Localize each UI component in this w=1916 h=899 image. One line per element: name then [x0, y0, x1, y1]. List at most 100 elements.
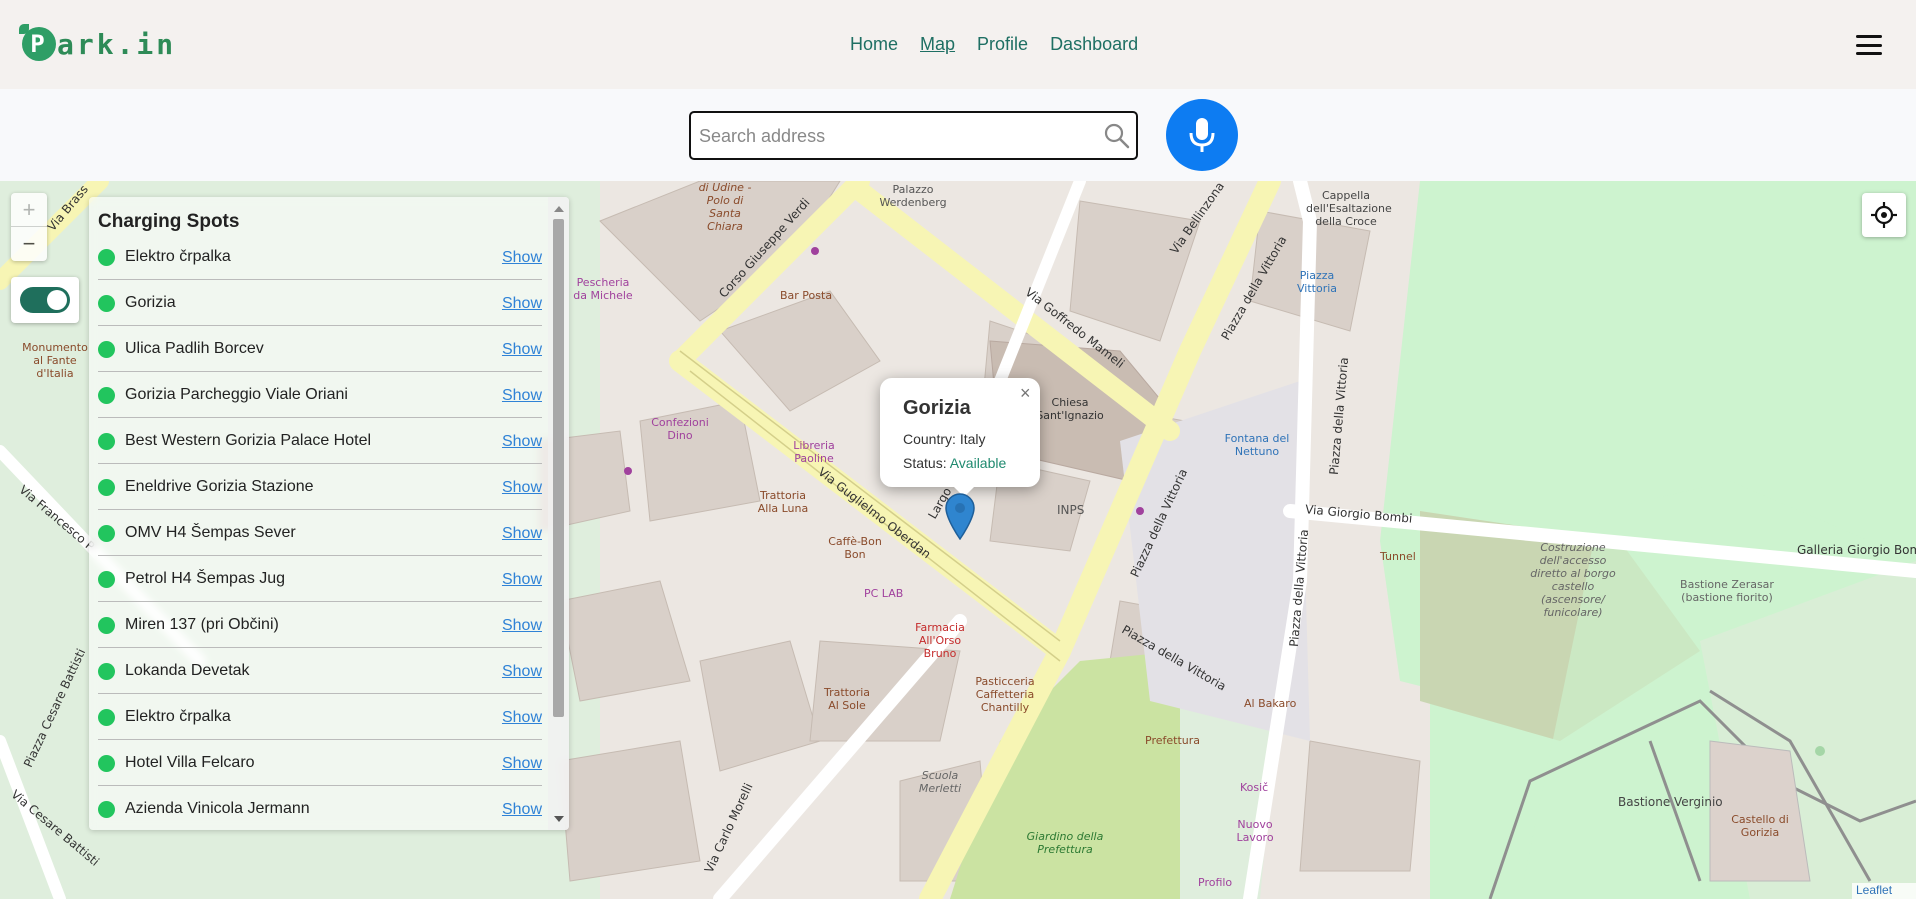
show-spot-link[interactable]: Show — [502, 801, 542, 819]
popup-close-button[interactable]: × — [1020, 383, 1031, 404]
voice-search-button[interactable] — [1166, 99, 1238, 171]
map-label-poi: Palazzo Werdenberg — [879, 183, 947, 209]
availability-dot-icon — [98, 571, 115, 588]
show-spot-link[interactable]: Show — [502, 479, 542, 497]
map-view[interactable]: Via Goffredo Mameli Piazza della Vittori… — [0, 181, 1916, 899]
search-box — [689, 111, 1138, 160]
popup-title: Gorizia — [903, 397, 971, 419]
nav-profile[interactable]: Profile — [977, 34, 1028, 55]
charging-spot-row: Elektro črpalka Show — [98, 694, 542, 740]
charging-spot-name: OMV H4 Šempas Sever — [125, 524, 296, 541]
show-spot-link[interactable]: Show — [502, 433, 542, 451]
main-nav: Home Map Profile Dashboard — [850, 34, 1138, 55]
availability-dot-icon — [98, 433, 115, 450]
show-spot-link[interactable]: Show — [502, 709, 542, 727]
charging-spot-row: Hotel Villa Felcaro Show — [98, 740, 542, 786]
map-label-poi: Monumento al Fante d'Italia — [22, 341, 88, 380]
zoom-control: + − — [11, 193, 47, 261]
charging-spot-row: Best Western Gorizia Palace Hotel Show — [98, 418, 542, 464]
availability-dot-icon — [98, 249, 115, 266]
show-spot-link[interactable]: Show — [502, 571, 542, 589]
map-label-poi: INPS — [1057, 503, 1085, 517]
availability-dot-icon — [98, 617, 115, 634]
charging-spot-row: Azienda Vinicola Jermann Show — [98, 786, 542, 830]
map-marker-icon[interactable] — [943, 492, 977, 540]
map-label-poi: Bastione Zerasar (bastione fiorito) — [1680, 578, 1774, 604]
panel-scrollbar[interactable] — [548, 197, 569, 830]
logo-text: ark.in — [57, 27, 177, 61]
charging-spot-row: Ulica Padlih Borcev Show — [98, 326, 542, 372]
charging-spot-name: Best Western Gorizia Palace Hotel — [125, 432, 372, 449]
scroll-down-arrow-icon[interactable] — [554, 816, 564, 822]
scroll-up-arrow-icon[interactable] — [554, 206, 564, 212]
map-label-poi: Piazza Vittoria — [1297, 269, 1338, 295]
charging-spot-row: Lokanda Devetak Show — [98, 648, 542, 694]
popup-country-value: Italy — [959, 431, 986, 447]
nav-map[interactable]: Map — [920, 34, 955, 55]
map-attribution[interactable]: Leaflet — [1852, 883, 1916, 899]
popup-country-label: Country: — [903, 431, 956, 447]
map-label-poi: Pescheria da Michele — [573, 276, 633, 302]
map-label-poi: Cappella dell'Esaltazione della Croce — [1306, 189, 1392, 228]
zoom-in-button[interactable]: + — [11, 193, 47, 227]
map-label-road: Galleria Giorgio Bombi — [1797, 543, 1916, 557]
charging-spots-panel: Charging Spots Elektro črpalka Show Gorizi… — [89, 197, 569, 830]
crosshair-icon — [1871, 202, 1897, 228]
show-spot-link[interactable]: Show — [502, 617, 542, 635]
nav-dashboard[interactable]: Dashboard — [1050, 34, 1138, 55]
charging-spot-name: Azienda Vinicola Jermann — [125, 800, 310, 817]
show-spot-link[interactable]: Show — [502, 295, 542, 313]
layer-toggle-container — [11, 277, 79, 323]
show-spot-link[interactable]: Show — [502, 387, 542, 405]
search-bar — [0, 89, 1916, 181]
map-label-poi: PC LAB — [864, 587, 904, 600]
map-label-poi: Chiesa Sant'Ignazio — [1036, 396, 1104, 422]
availability-dot-icon — [98, 387, 115, 404]
availability-dot-icon — [98, 525, 115, 542]
microphone-icon — [1189, 118, 1215, 152]
charging-spot-row: Miren 137 (pri Občini) Show — [98, 602, 542, 648]
map-label-poi: di Udine - Polo di Santa Chiara — [698, 181, 752, 233]
top-navbar: Park.in Home Map Profile Dashboard — [0, 0, 1916, 89]
locate-me-button[interactable] — [1862, 193, 1906, 237]
zoom-out-button[interactable]: − — [11, 227, 47, 261]
panel-title: Charging Spots — [98, 211, 240, 232]
charging-spot-name: Elektro črpalka — [125, 248, 231, 265]
show-spot-link[interactable]: Show — [502, 249, 542, 267]
availability-dot-icon — [98, 479, 115, 496]
search-icon[interactable] — [1103, 122, 1131, 150]
charging-spot-row: OMV H4 Šempas Sever Show — [98, 510, 542, 556]
layer-toggle-switch[interactable] — [20, 287, 70, 313]
show-spot-link[interactable]: Show — [502, 341, 542, 359]
map-label-poi: Tunnel — [1380, 550, 1416, 563]
map-label-poi: Prefettura — [1145, 734, 1200, 747]
charging-spot-name: Gorizia — [125, 294, 176, 311]
charging-spot-name: Hotel Villa Felcaro — [125, 754, 255, 771]
logo-p-letter: P — [19, 24, 56, 61]
map-label-poi: Trattoria Alla Luna — [757, 489, 809, 515]
brand-logo[interactable]: Park.in — [19, 24, 177, 62]
map-label-poi: Farmacia All'Orso Bruno — [915, 621, 965, 660]
popup-status: Status: Available — [903, 455, 1006, 471]
map-label-poi: Scuola Merletti — [918, 769, 962, 795]
nav-home[interactable]: Home — [850, 34, 898, 55]
charging-spot-row: Eneldrive Gorizia Stazione Show — [98, 464, 542, 510]
map-label-poi: Costruzione dell'accesso diretto al borg… — [1530, 541, 1616, 619]
map-label-poi: Caffè-Bon Bon — [828, 535, 882, 561]
availability-dot-icon — [98, 341, 115, 358]
show-spot-link[interactable]: Show — [502, 525, 542, 543]
hamburger-menu-icon[interactable] — [1856, 35, 1882, 55]
availability-dot-icon — [98, 755, 115, 772]
charging-spot-name: Petrol H4 Šempas Jug — [125, 570, 286, 587]
search-input[interactable] — [699, 121, 1089, 151]
map-label-poi: Trattoria Al Sole — [823, 686, 871, 712]
scrollbar-thumb[interactable] — [553, 219, 564, 717]
show-spot-link[interactable]: Show — [502, 755, 542, 773]
map-label-poi: Confezioni Dino — [651, 416, 709, 442]
charging-spot-name: Miren 137 (pri Občini) — [125, 616, 279, 633]
map-label-poi: Libreria Paoline — [793, 439, 835, 465]
map-label-poi: Kosič — [1240, 781, 1269, 794]
popup-status-label: Status: — [903, 455, 947, 471]
map-label-poi: Pasticceria Caffetteria Chantilly — [975, 675, 1035, 714]
show-spot-link[interactable]: Show — [502, 663, 542, 681]
